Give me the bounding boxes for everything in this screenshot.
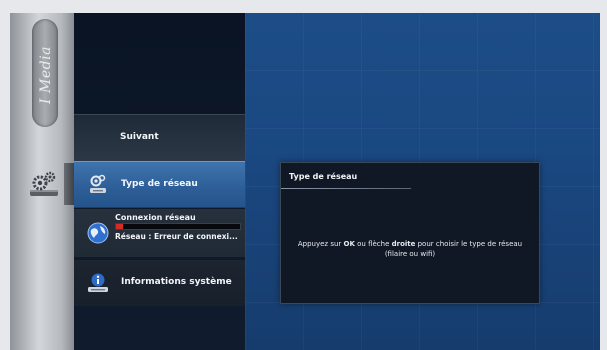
help-panel-title: Type de réseau: [289, 172, 358, 181]
network-connection-progress-fill: [116, 224, 124, 229]
brand-badge: I Media: [32, 19, 58, 127]
brand-label: I Media: [38, 46, 54, 104]
menu-item-network-type[interactable]: Type de réseau: [74, 161, 245, 208]
help-text-ok-key: OK: [343, 240, 355, 248]
menu-item-network-connection[interactable]: Connexion réseau Réseau : Erreur de conn…: [74, 209, 245, 257]
network-connection-status: Réseau : Erreur de connexi...: [115, 232, 238, 241]
tv-screen: I Media Suivant Type de réseau Connexion…: [10, 13, 600, 350]
help-panel: Type de réseau Appuyez sur OK ou flèche …: [280, 162, 540, 304]
settings-menu: Suivant Type de réseau Connexion réseau …: [74, 13, 245, 350]
help-text-right-key: droite: [391, 240, 416, 248]
rail-selection-marker: [64, 163, 74, 205]
globe-icon: [86, 221, 110, 245]
settings-icon[interactable]: [27, 168, 61, 202]
menu-item-next-label: Suivant: [120, 132, 159, 142]
system-info-icon: [86, 271, 110, 295]
help-text-prefix: Appuyez sur: [297, 240, 344, 248]
menu-item-system-info[interactable]: Informations système: [74, 260, 245, 306]
help-panel-text: Appuyez sur OK ou flèche droite pour cho…: [291, 239, 529, 259]
menu-item-next[interactable]: Suivant: [74, 114, 245, 161]
left-rail: I Media: [10, 13, 74, 350]
menu-item-network-type-label: Type de réseau: [121, 179, 198, 189]
menu-item-system-info-label: Informations système: [121, 277, 232, 287]
network-connection-label: Connexion réseau: [115, 213, 196, 222]
network-type-icon: [86, 172, 110, 196]
help-text-middle: ou flèche: [354, 240, 392, 248]
network-connection-progress: [115, 223, 241, 230]
help-panel-divider: [281, 188, 411, 189]
